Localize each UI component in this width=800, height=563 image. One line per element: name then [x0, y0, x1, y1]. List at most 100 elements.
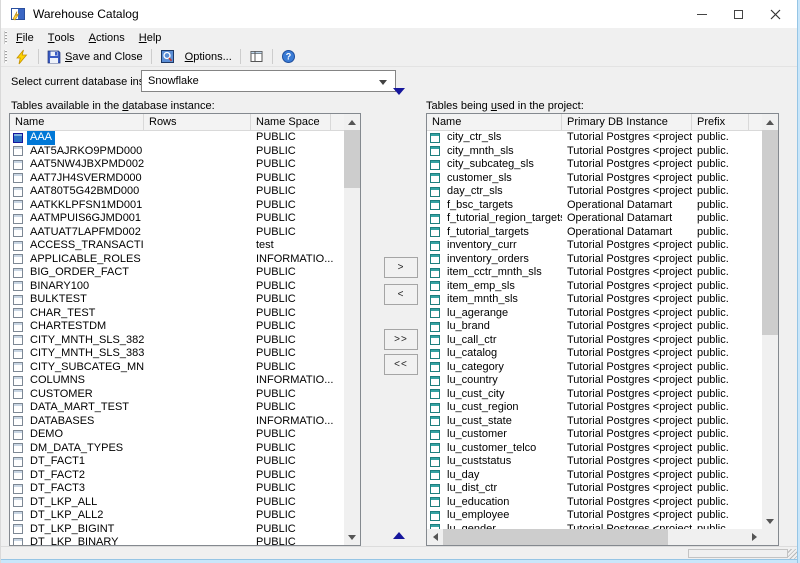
table-name[interactable]: DT_FACT2: [27, 469, 88, 483]
table-row[interactable]: lu_customer_telco Tutorial Postgres <pro…: [427, 442, 762, 456]
menu-item[interactable]: Actions: [82, 28, 132, 47]
table-row[interactable]: customer_sls Tutorial Postgres <project …: [427, 172, 762, 186]
move-right-button[interactable]: >: [384, 257, 418, 278]
menu-item[interactable]: Help: [132, 28, 169, 47]
table-name-cell[interactable]: DT_LKP_BINARY: [10, 536, 144, 545]
table-name-cell[interactable]: ACCESS_TRANSACTION...: [10, 239, 144, 253]
menu-item[interactable]: Tools: [41, 28, 82, 47]
table-row[interactable]: DATA_MART_TEST PUBLIC: [10, 401, 344, 415]
table-name[interactable]: lu_brand: [444, 320, 493, 334]
table-name-cell[interactable]: lu_education: [427, 496, 562, 510]
table-name[interactable]: city_ctr_sls: [444, 131, 504, 145]
table-name[interactable]: lu_cust_region: [444, 401, 522, 415]
close-button[interactable]: [757, 0, 794, 28]
table-name[interactable]: lu_cust_state: [444, 415, 515, 429]
move-all-right-button[interactable]: >>: [384, 329, 418, 350]
table-name[interactable]: DATABASES: [27, 415, 97, 429]
table-name-cell[interactable]: CUSTOMER: [10, 388, 144, 402]
table-name[interactable]: DM_DATA_TYPES: [27, 442, 126, 456]
table-name[interactable]: lu_customer_telco: [444, 442, 539, 456]
table-name-cell[interactable]: item_cctr_mnth_sls: [427, 266, 562, 280]
table-name[interactable]: lu_country: [444, 374, 501, 388]
table-name-cell[interactable]: DT_FACT1: [10, 455, 144, 469]
table-name[interactable]: day_ctr_sls: [444, 185, 506, 199]
scroll-up-button[interactable]: [762, 114, 778, 130]
table-row[interactable]: CITY_SUBCATEG_MNTH... PUBLIC: [10, 361, 344, 375]
table-name[interactable]: APPLICABLE_ROLES: [27, 253, 144, 267]
table-name-cell[interactable]: inventory_curr: [427, 239, 562, 253]
table-row[interactable]: item_cctr_mnth_sls Tutorial Postgres <pr…: [427, 266, 762, 280]
table-row[interactable]: DT_LKP_BIGINT PUBLIC: [10, 523, 344, 537]
table-name-cell[interactable]: lu_brand: [427, 320, 562, 334]
column-header-name[interactable]: Name: [10, 114, 144, 130]
table-row[interactable]: AAT80T5G42BMD000 PUBLIC: [10, 185, 344, 199]
table-name-cell[interactable]: f_tutorial_region_targets: [427, 212, 562, 226]
table-row[interactable]: BIG_ORDER_FACT PUBLIC: [10, 266, 344, 280]
table-row[interactable]: lu_custstatus Tutorial Postgres <project…: [427, 455, 762, 469]
table-name-cell[interactable]: lu_cust_city: [427, 388, 562, 402]
table-name-cell[interactable]: lu_agerange: [427, 307, 562, 321]
table-name-cell[interactable]: DATABASES: [10, 415, 144, 429]
table-row[interactable]: DEMO PUBLIC: [10, 428, 344, 442]
table-row[interactable]: CUSTOMER PUBLIC: [10, 388, 344, 402]
table-row[interactable]: lu_cust_state Tutorial Postgres <project…: [427, 415, 762, 429]
horizontal-scrollbar[interactable]: [427, 529, 762, 545]
table-name[interactable]: AATUAT7LAPFMD002: [27, 226, 144, 240]
table-name-cell[interactable]: DM_DATA_TYPES: [10, 442, 144, 456]
scroll-down-button[interactable]: [344, 529, 360, 545]
table-name[interactable]: f_tutorial_targets: [444, 226, 532, 240]
table-row[interactable]: CHAR_TEST PUBLIC: [10, 307, 344, 321]
vertical-scrollbar[interactable]: [344, 114, 360, 545]
move-left-button[interactable]: <: [384, 284, 418, 305]
table-name-cell[interactable]: COLUMNS: [10, 374, 144, 388]
table-row[interactable]: COLUMNS INFORMATIO...: [10, 374, 344, 388]
table-name-cell[interactable]: AATUAT7LAPFMD002: [10, 226, 144, 240]
table-name[interactable]: inventory_curr: [444, 239, 520, 253]
table-name[interactable]: BIG_ORDER_FACT: [27, 266, 132, 280]
table-name[interactable]: CITY_MNTH_SLS_382: [27, 334, 144, 348]
table-row[interactable]: DT_LKP_ALL2 PUBLIC: [10, 509, 344, 523]
table-row[interactable]: item_mnth_sls Tutorial Postgres <project…: [427, 293, 762, 307]
table-row[interactable]: lu_brand Tutorial Postgres <project ... …: [427, 320, 762, 334]
execute-button[interactable]: [9, 47, 35, 66]
table-row[interactable]: ACCESS_TRANSACTION... test: [10, 239, 344, 253]
scroll-right-button[interactable]: [746, 529, 762, 545]
table-row[interactable]: lu_cust_city Tutorial Postgres <project …: [427, 388, 762, 402]
table-row[interactable]: DM_DATA_TYPES PUBLIC: [10, 442, 344, 456]
table-row[interactable]: AATMPUIS6GJMD001 PUBLIC: [10, 212, 344, 226]
table-row[interactable]: DATABASES INFORMATIO...: [10, 415, 344, 429]
table-name-cell[interactable]: AAT7JH4SVERMD000: [10, 172, 144, 186]
column-header-name[interactable]: Name: [427, 114, 562, 130]
table-row[interactable]: lu_employee Tutorial Postgres <project .…: [427, 509, 762, 523]
table-name-cell[interactable]: lu_cust_state: [427, 415, 562, 429]
table-name-cell[interactable]: AAA: [10, 131, 144, 145]
move-all-left-button[interactable]: <<: [384, 354, 418, 375]
table-row[interactable]: AAT5AJRKO9PMD000 PUBLIC: [10, 145, 344, 159]
table-name-cell[interactable]: lu_custstatus: [427, 455, 562, 469]
column-header-prefix[interactable]: Prefix: [692, 114, 749, 130]
minimize-button[interactable]: [683, 0, 720, 28]
table-name[interactable]: lu_catalog: [444, 347, 500, 361]
table-row[interactable]: CHARTESTDM PUBLIC: [10, 320, 344, 334]
table-name-cell[interactable]: lu_cust_region: [427, 401, 562, 415]
save-and-close-button[interactable]: Save and Close: [42, 47, 148, 66]
table-name-cell[interactable]: lu_category: [427, 361, 562, 375]
table-name-cell[interactable]: DT_LKP_BIGINT: [10, 523, 144, 537]
table-name-cell[interactable]: inventory_orders: [427, 253, 562, 267]
table-name[interactable]: DEMO: [27, 428, 66, 442]
table-name-cell[interactable]: BIG_ORDER_FACT: [10, 266, 144, 280]
scroll-left-button[interactable]: [427, 529, 443, 545]
table-name[interactable]: DT_FACT3: [27, 482, 88, 496]
table-name[interactable]: BULKTEST: [27, 293, 90, 307]
scroll-down-button[interactable]: [762, 513, 778, 529]
table-row[interactable]: BINARY100 PUBLIC: [10, 280, 344, 294]
column-header-namespace[interactable]: Name Space: [251, 114, 331, 130]
table-name[interactable]: AAT5NW4JBXPMD002: [27, 158, 144, 172]
table-name[interactable]: lu_cust_city: [444, 388, 507, 402]
table-name[interactable]: CITY_SUBCATEG_MNTH...: [27, 361, 144, 375]
table-row[interactable]: CITY_MNTH_SLS_383 PUBLIC: [10, 347, 344, 361]
table-name[interactable]: lu_agerange: [444, 307, 511, 321]
table-row[interactable]: day_ctr_sls Tutorial Postgres <project .…: [427, 185, 762, 199]
vertical-scrollbar[interactable]: [762, 114, 778, 545]
table-name-cell[interactable]: APPLICABLE_ROLES: [10, 253, 144, 267]
